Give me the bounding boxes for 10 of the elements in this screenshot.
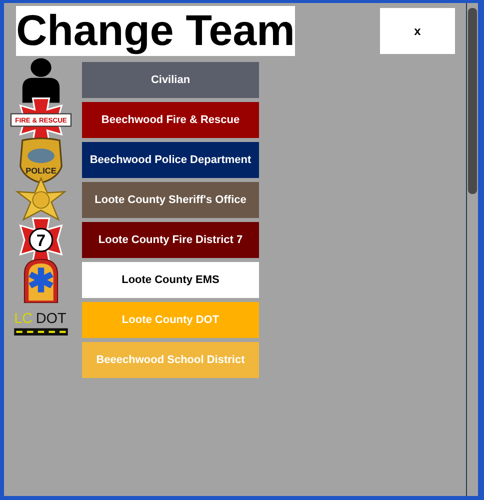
team-button[interactable]: Beechwood Fire & Rescue [82, 102, 259, 138]
team-button[interactable]: Loote County Sheriff's Office [82, 182, 259, 218]
close-button[interactable]: x [380, 8, 455, 54]
team-button[interactable]: Loote County EMS [82, 262, 259, 298]
team-button[interactable]: Beechwood Police Department [82, 142, 259, 178]
dialog-title: Change Team [16, 6, 295, 56]
team-button[interactable]: Civilian [82, 62, 259, 98]
team-button[interactable]: Loote County Fire District 7 [82, 222, 259, 258]
scrollbar-thumb[interactable] [468, 8, 477, 194]
scrollbar[interactable] [466, 3, 478, 496]
